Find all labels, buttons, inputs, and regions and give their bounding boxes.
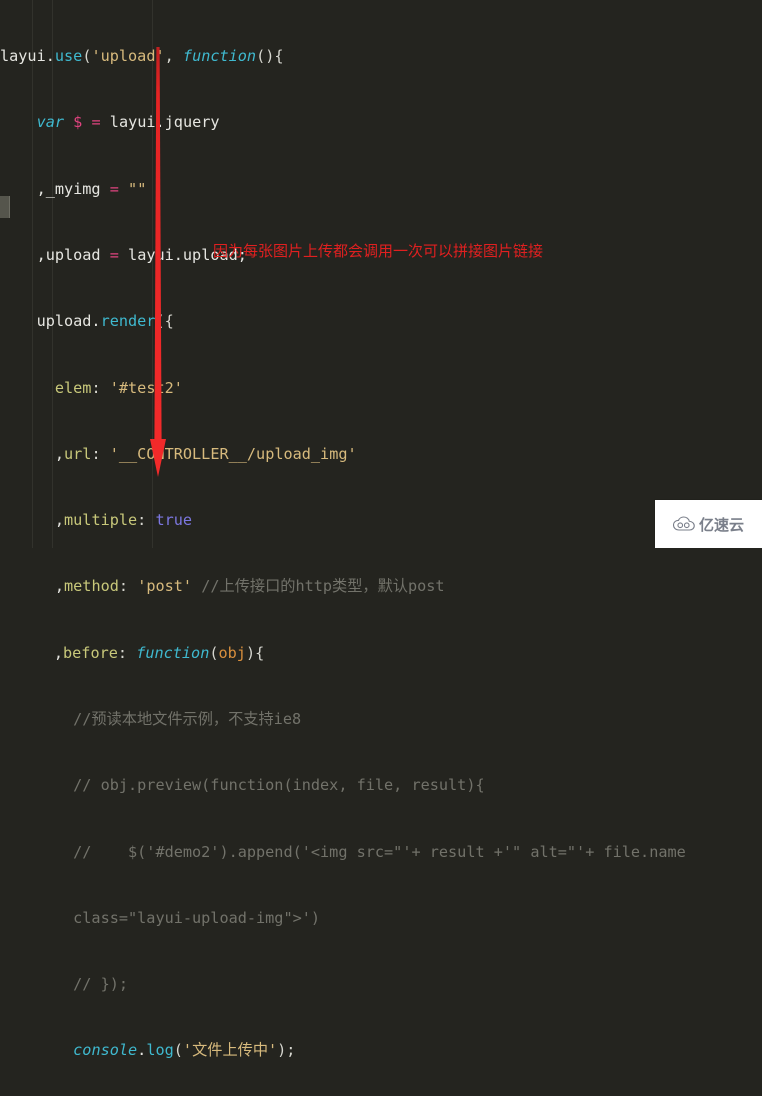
code-line[interactable]: ,before: function(obj){ <box>0 642 686 664</box>
code-line[interactable]: layui.use('upload', function(){ <box>0 45 686 67</box>
code-content[interactable]: layui.use('upload', function(){ var $ = … <box>0 0 686 1096</box>
code-line[interactable]: elem: '#test2' <box>0 377 686 399</box>
code-line[interactable]: // }); <box>0 973 686 995</box>
code-line[interactable]: // obj.preview(function(index, file, res… <box>0 774 686 796</box>
code-line[interactable]: ,multiple: true <box>0 509 686 531</box>
code-editor-pane[interactable]: layui.use('upload', function(){ var $ = … <box>0 0 762 1059</box>
code-line[interactable]: var $ = layui.jquery <box>0 111 686 133</box>
code-line[interactable]: ,_myimg = "" <box>0 178 686 200</box>
code-line[interactable]: console.log('文件上传中'); <box>0 1039 686 1061</box>
code-line[interactable]: class="layui-upload-img">') <box>0 907 686 929</box>
code-line[interactable]: //预读本地文件示例，不支持ie8 <box>0 708 686 730</box>
cloud-icon <box>672 516 695 531</box>
code-line[interactable]: // $('#demo2').append('<img src="'+ resu… <box>0 841 686 863</box>
code-line[interactable]: upload.render({ <box>0 310 686 332</box>
code-line[interactable]: ,url: '__CONTROLLER__/upload_img' <box>0 443 686 465</box>
annotation-text: 因为每张图片上传都会调用一次可以拼接图片链接 <box>213 242 544 260</box>
watermark-brand: 亿速云 <box>698 515 744 534</box>
watermark-badge: 亿速云 <box>655 500 762 548</box>
code-line[interactable]: ,method: 'post' //上传接口的http类型，默认post <box>0 575 686 597</box>
